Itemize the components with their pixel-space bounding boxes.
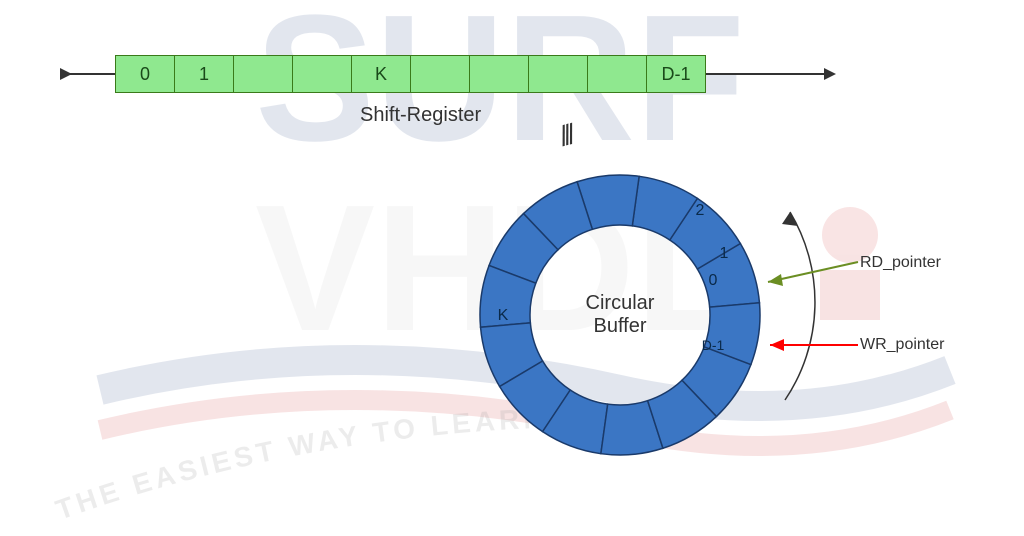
rd-pointer-arrow bbox=[768, 262, 858, 282]
seg-label-1: 1 bbox=[720, 245, 729, 262]
rd-pointer-arrowhead bbox=[768, 274, 783, 286]
wr-pointer-arrowhead bbox=[770, 339, 784, 351]
wr-pointer-label: WR_pointer bbox=[860, 336, 944, 354]
seg-label-2: 2 bbox=[696, 202, 705, 219]
circular-buffer-label: Circular Buffer bbox=[586, 292, 655, 338]
cell-1: 1 bbox=[175, 56, 234, 92]
cell-8 bbox=[588, 56, 647, 92]
output-arrow bbox=[706, 73, 826, 75]
cell-5 bbox=[411, 56, 470, 92]
cell-7 bbox=[529, 56, 588, 92]
cbuf-line2: Buffer bbox=[594, 315, 647, 337]
seg-label-0: 0 bbox=[709, 272, 718, 289]
cell-3 bbox=[293, 56, 352, 92]
rotation-arc-head bbox=[782, 212, 798, 226]
rd-pointer-label: RD_pointer bbox=[860, 254, 941, 272]
cell-0: 0 bbox=[116, 56, 175, 92]
shift-register-label: Shift-Register bbox=[360, 104, 481, 127]
register-cells: 0 1 K D-1 bbox=[115, 55, 706, 93]
rotation-arc bbox=[785, 212, 815, 400]
cell-6 bbox=[470, 56, 529, 92]
equivalence-marks: /// bbox=[556, 119, 575, 153]
seg-label-dminus1: D-1 bbox=[702, 337, 725, 353]
seg-label-k: K bbox=[498, 307, 509, 324]
shift-register: 0 1 K D-1 bbox=[60, 55, 826, 93]
cell-dminus1: D-1 bbox=[647, 56, 705, 92]
input-arrow bbox=[60, 73, 115, 75]
circular-buffer: 0 1 2 K D-1 Circular Buffer bbox=[470, 165, 770, 465]
cbuf-line1: Circular bbox=[586, 292, 655, 314]
cell-2 bbox=[234, 56, 293, 92]
cell-k: K bbox=[352, 56, 411, 92]
